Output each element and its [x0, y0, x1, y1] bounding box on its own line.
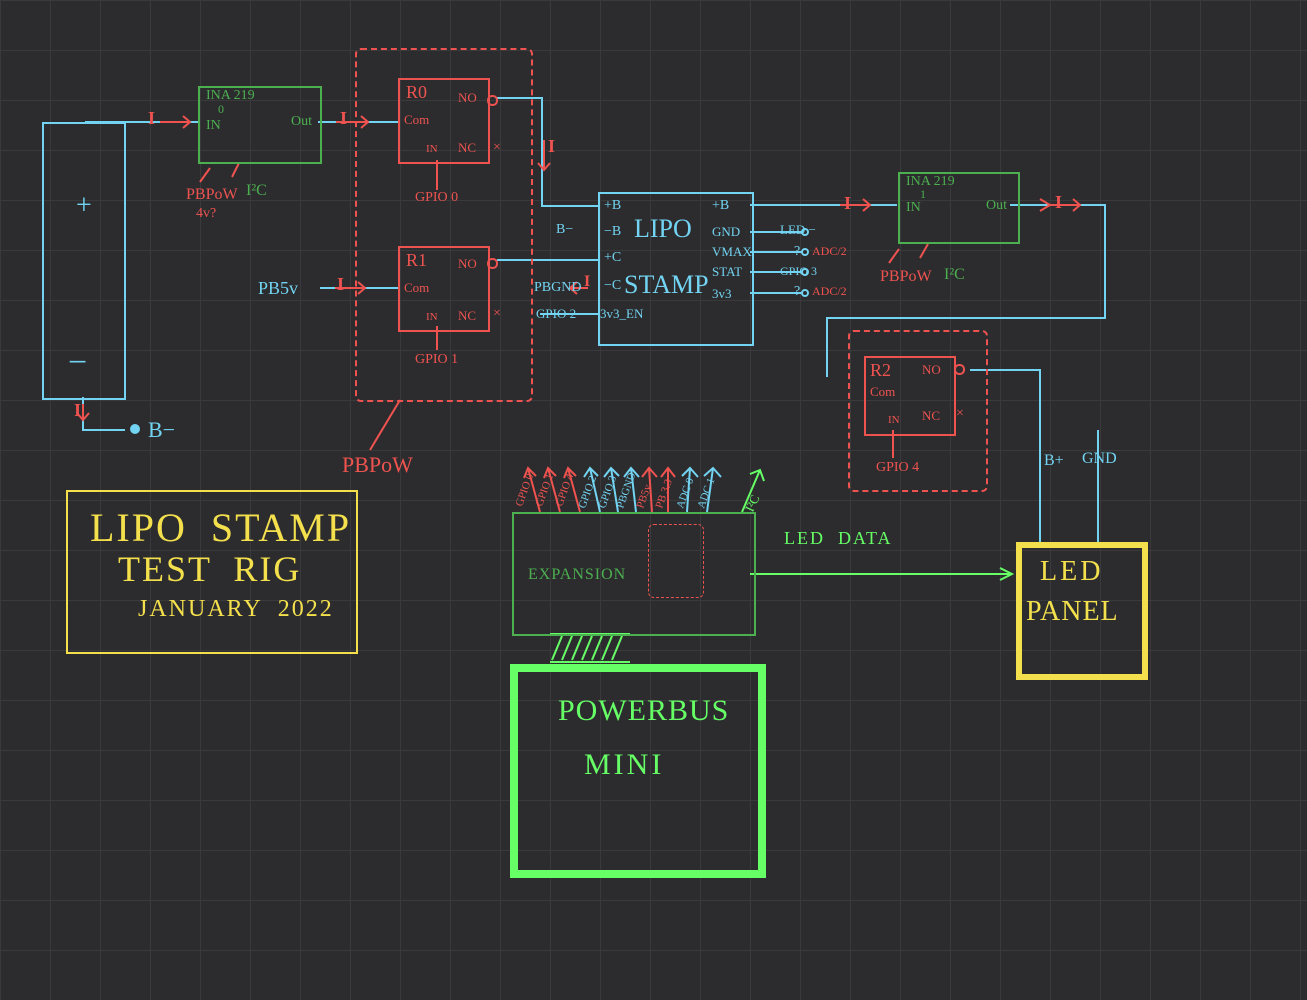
- lipo-r-gpio3: GPIO 3: [780, 264, 817, 279]
- led-bplus: B+: [1044, 452, 1064, 470]
- pb5v-label: PB5v: [258, 278, 298, 299]
- lipo-mB: −B: [604, 224, 621, 240]
- r1-com: Com: [404, 280, 429, 296]
- ina1-in: IN: [906, 200, 921, 216]
- r1-x: ×: [493, 306, 501, 322]
- ina1-addr: 1: [920, 187, 926, 202]
- lipo-bm-out: B−: [556, 222, 573, 238]
- ina1-pbpow: PBPoW: [880, 268, 932, 286]
- r2-name: R2: [870, 360, 891, 381]
- lipo-r-stat: STAT: [712, 264, 742, 280]
- r1-nc: NC: [458, 308, 476, 324]
- i-label-2: I: [340, 108, 347, 129]
- lipo-pC: +C: [604, 250, 621, 266]
- title-line1: LIPO STAMP: [90, 504, 351, 551]
- b-minus-node: [130, 424, 140, 434]
- pbpow-label: PBPoW: [342, 452, 413, 478]
- title-date: JANUARY 2022: [138, 596, 334, 623]
- i-label-5: I: [584, 273, 590, 291]
- i-label-3: I: [548, 136, 555, 157]
- ina1-name: INA 219: [906, 174, 955, 190]
- r0-nc: NC: [458, 140, 476, 156]
- ina0-out: Out: [291, 114, 312, 130]
- r2-nc: NC: [922, 408, 940, 424]
- r2-com: Com: [870, 384, 895, 400]
- r0-in: IN: [426, 143, 438, 155]
- ina0-name: INA 219: [206, 88, 255, 104]
- r0-no-term: [487, 95, 498, 106]
- ina0-4v: 4v?: [196, 206, 216, 222]
- expansion-snippet: [648, 524, 704, 598]
- r2-x: ×: [956, 406, 964, 422]
- r2-no-term: [954, 364, 965, 375]
- r0-no: NO: [458, 90, 477, 106]
- r0-gpio: GPIO 0: [415, 190, 458, 206]
- lipo-r-led: LED −: [780, 222, 816, 238]
- title-line2: TEST RIG: [118, 548, 301, 590]
- led-name1: LED: [1040, 556, 1103, 588]
- r1-no: NO: [458, 256, 477, 272]
- battery-b-minus: B−: [148, 417, 175, 443]
- i-label-4: I: [337, 274, 344, 295]
- led-name2: PANEL: [1026, 596, 1119, 628]
- lipo-en: 3v3_EN: [600, 306, 643, 322]
- ina0-pbpow: PBPoW: [186, 186, 238, 204]
- expansion-label: EXPANSION: [528, 566, 626, 584]
- r1-gpio: GPIO 1: [415, 352, 458, 368]
- i-label-7: I: [844, 193, 851, 214]
- ina1-out: Out: [986, 198, 1007, 214]
- ina0-i2c: I²C: [246, 182, 267, 200]
- r1-in: IN: [426, 311, 438, 323]
- r2-gpio: GPIO 4: [876, 460, 919, 476]
- lipo-name2: STAMP: [624, 270, 709, 300]
- lipo-r-gnd: GND: [712, 224, 740, 240]
- led-data: LED DATA: [784, 528, 893, 549]
- i-label-6: I: [74, 400, 81, 421]
- powerbus-name2: MINI: [584, 748, 664, 782]
- lipo-gpio2-out: GPIO 2: [536, 306, 576, 322]
- battery-plus: +: [76, 190, 92, 222]
- r1-no-term: [487, 258, 498, 269]
- r0-x: ×: [493, 140, 501, 156]
- pbgnd-label: PBGND: [534, 280, 581, 296]
- lipo-r-vmax: VMAX: [712, 244, 752, 260]
- ina1-i2c: I²C: [944, 266, 965, 284]
- r2-no: NO: [922, 362, 941, 378]
- lipo-r-pB: +B: [712, 198, 729, 214]
- i-label-8: I: [1055, 192, 1062, 213]
- lipo-r-q1: ?: [794, 244, 800, 260]
- led-gnd: GND: [1082, 450, 1117, 468]
- lipo-r-adc2: ADC/2: [812, 284, 847, 299]
- powerbus-name1: POWERBUS: [558, 694, 729, 728]
- ina0-in: IN: [206, 118, 221, 134]
- r0-name: R0: [406, 82, 427, 103]
- lipo-name1: LIPO: [634, 214, 692, 244]
- r1-name: R1: [406, 250, 427, 271]
- lipo-pB: +B: [604, 198, 621, 214]
- i-label-1: I: [148, 108, 155, 129]
- r0-com: Com: [404, 112, 429, 128]
- lipo-r-q2: ?: [794, 284, 800, 300]
- battery-minus: −: [68, 344, 87, 382]
- lipo-r-adc1: ADC/2: [812, 244, 847, 259]
- lipo-r-3v3: 3v3: [712, 286, 732, 302]
- ina0-addr: 0: [218, 102, 224, 117]
- r2-in: IN: [888, 414, 900, 426]
- lipo-mC: −C: [604, 278, 621, 294]
